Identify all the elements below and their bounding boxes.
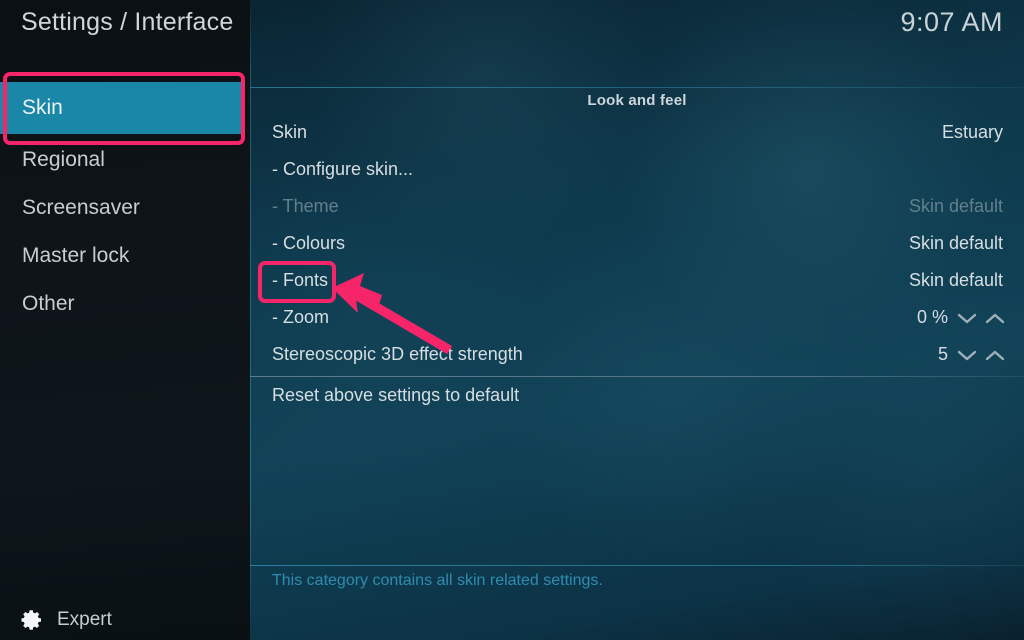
- setting-value: Skin default: [908, 196, 1003, 216]
- clock: 9:07 AM: [900, 7, 1003, 37]
- settings-group-title: Look and feel: [587, 92, 687, 109]
- sidebar-item-skin[interactable]: Skin: [0, 82, 242, 134]
- sidebar-item-master-lock[interactable]: Master lock: [0, 230, 242, 282]
- setting-label: - Theme: [272, 196, 339, 216]
- settings-level-label: Expert: [57, 609, 112, 630]
- chevron-up-icon[interactable]: [984, 310, 1006, 326]
- kodi-settings-screen: Settings / Interface 9:07 AM Skin Region…: [0, 0, 1024, 640]
- sidebar-item-label: Master lock: [22, 244, 130, 267]
- window-header: Settings / Interface 9:07 AM: [0, 0, 1024, 60]
- setting-row-fonts[interactable]: - Fonts Skin default: [250, 262, 1024, 299]
- breadcrumb-title: Settings / Interface: [21, 8, 234, 36]
- sidebar-item-label: Screensaver: [22, 196, 140, 219]
- chevron-down-icon[interactable]: [956, 310, 978, 326]
- setting-row-reset-to-default[interactable]: Reset above settings to default: [250, 377, 1024, 414]
- sidebar-item-screensaver[interactable]: Screensaver: [0, 182, 242, 234]
- setting-value: Skin default: [908, 233, 1003, 253]
- setting-label: Reset above settings to default: [272, 385, 520, 405]
- category-help-text: This category contains all skin related …: [272, 572, 603, 589]
- setting-label: Stereoscopic 3D effect strength: [272, 344, 523, 364]
- sidebar-item-label: Regional: [22, 148, 105, 171]
- setting-row-skin[interactable]: Skin Estuary: [250, 114, 1024, 151]
- setting-row-theme: - Theme Skin default: [250, 188, 1024, 225]
- sidebar-item-label: Other: [22, 292, 75, 315]
- category-sidebar: Skin Regional Screensaver Master lock Ot…: [0, 60, 250, 640]
- setting-row-configure-skin[interactable]: - Configure skin...: [250, 151, 1024, 188]
- setting-row-colours[interactable]: - Colours Skin default: [250, 225, 1024, 262]
- gear-icon: [20, 608, 44, 632]
- setting-label: - Fonts: [272, 270, 329, 290]
- setting-label: - Configure skin...: [272, 159, 414, 179]
- sidebar-item-other[interactable]: Other: [0, 278, 242, 330]
- setting-value: Estuary: [941, 122, 1003, 142]
- sidebar-item-regional[interactable]: Regional: [0, 134, 242, 186]
- zoom-spinner[interactable]: [956, 308, 1006, 328]
- setting-row-stereoscopic-3d-effect-strength[interactable]: Stereoscopic 3D effect strength 5: [250, 336, 1024, 373]
- sidebar-item-label: Skin: [22, 96, 63, 119]
- setting-value: 5: [937, 344, 948, 364]
- setting-label: Skin: [272, 122, 308, 142]
- help-separator: [250, 565, 1024, 566]
- setting-row-zoom[interactable]: - Zoom 0 %: [250, 299, 1024, 336]
- chevron-down-icon[interactable]: [956, 347, 978, 363]
- chevron-up-icon[interactable]: [984, 347, 1006, 363]
- setting-label: - Colours: [272, 233, 346, 253]
- setting-value: Skin default: [908, 270, 1003, 290]
- setting-value: 0 %: [916, 307, 948, 327]
- settings-level-selector[interactable]: Expert: [0, 600, 250, 640]
- settings-panel: Look and feel Skin Estuary - Configure s…: [250, 88, 1024, 640]
- stereoscopic-spinner[interactable]: [956, 345, 1006, 365]
- setting-label: - Zoom: [272, 307, 330, 327]
